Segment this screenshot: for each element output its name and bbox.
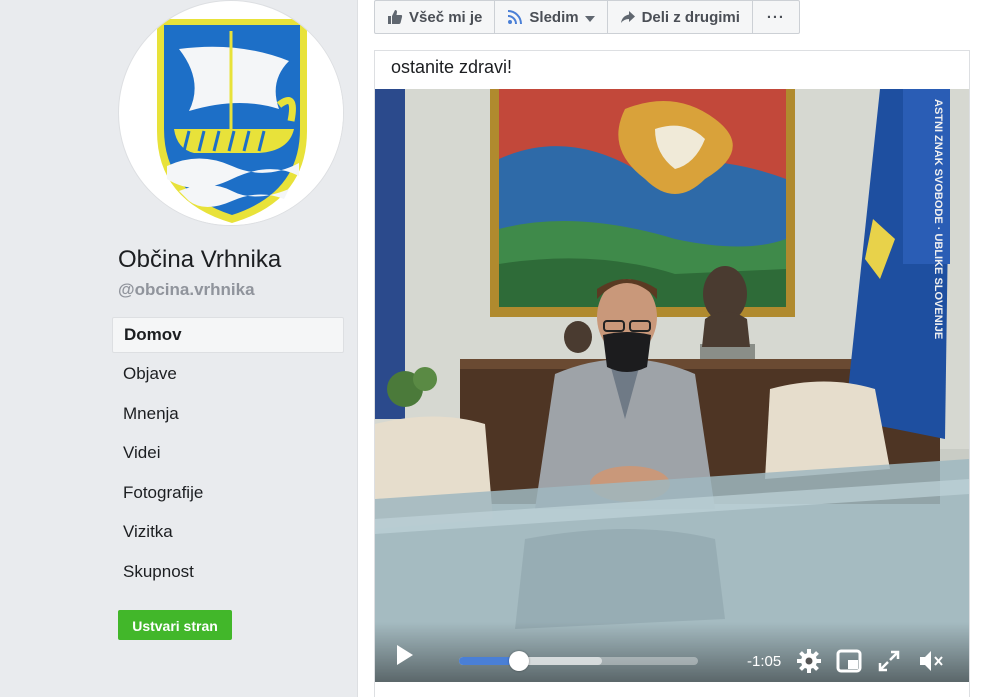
post-footer-strip (375, 683, 969, 697)
more-dots-icon: ··· (766, 8, 785, 26)
nav-item-fotografije[interactable]: Fotografije (112, 474, 344, 514)
nav-item-videi[interactable]: Videi (112, 434, 344, 474)
time-remaining: -1:05 (747, 653, 782, 670)
thumbs-up-icon (387, 9, 403, 25)
nav-item-domov[interactable]: Domov (112, 317, 344, 353)
progress-scrubber-handle[interactable] (508, 651, 529, 671)
nav-item-skupnost[interactable]: Skupnost (112, 553, 344, 593)
left-sidebar: Občina Vrhnika @obcina.vrhnika Domov Obj… (0, 0, 357, 697)
nav-item-objave[interactable]: Objave (112, 355, 344, 395)
municipality-coat-of-arms-logo (120, 2, 343, 225)
page-title[interactable]: Občina Vrhnika (118, 246, 281, 274)
share-label: Deli z drugimi (641, 8, 740, 26)
picture-in-picture-icon[interactable] (836, 648, 862, 674)
page-navigation: Domov Objave Mnenja Videi Fotografije Vi… (112, 317, 344, 592)
chevron-down-icon (584, 9, 595, 26)
fullscreen-icon[interactable] (876, 648, 902, 674)
create-page-button[interactable]: Ustvari stran (118, 610, 232, 640)
follow-button[interactable]: Sledim (494, 0, 608, 34)
flag-text: ASTNI ZNAK SVOBODE · UBLIKE SLOVENIJE (932, 99, 944, 339)
follow-label: Sledim (529, 8, 579, 26)
page-action-bar: Všeč mi je Sledim Deli z drugimi ··· (374, 0, 800, 34)
nav-item-mnenja[interactable]: Mnenja (112, 395, 344, 435)
main-content: Všeč mi je Sledim Deli z drugimi ··· ost… (357, 0, 987, 697)
post-card: ostanite zdravi! ASTNI ZNAK SVOBODE · UB… (374, 50, 970, 697)
page-handle[interactable]: @obcina.vrhnika (118, 280, 255, 300)
gear-icon[interactable] (796, 648, 822, 674)
rss-icon (507, 9, 523, 25)
video-controls: -1:05 (375, 622, 969, 682)
video-frame-image: ASTNI ZNAK SVOBODE · UBLIKE SLOVENIJE (375, 89, 969, 682)
video-player[interactable]: ASTNI ZNAK SVOBODE · UBLIKE SLOVENIJE -1… (375, 89, 969, 682)
profile-picture[interactable] (118, 0, 344, 226)
play-icon[interactable] (395, 644, 415, 666)
share-arrow-icon (620, 9, 636, 25)
nav-item-vizitka[interactable]: Vizitka (112, 513, 344, 553)
share-button[interactable]: Deli z drugimi (606, 0, 753, 34)
like-page-button[interactable]: Všeč mi je (374, 0, 496, 34)
post-text: ostanite zdravi! (391, 57, 513, 77)
like-label: Všeč mi je (409, 8, 483, 26)
video-progress-bar[interactable] (459, 651, 698, 671)
muted-speaker-icon[interactable] (918, 648, 944, 674)
more-options-button[interactable]: ··· (751, 0, 800, 34)
